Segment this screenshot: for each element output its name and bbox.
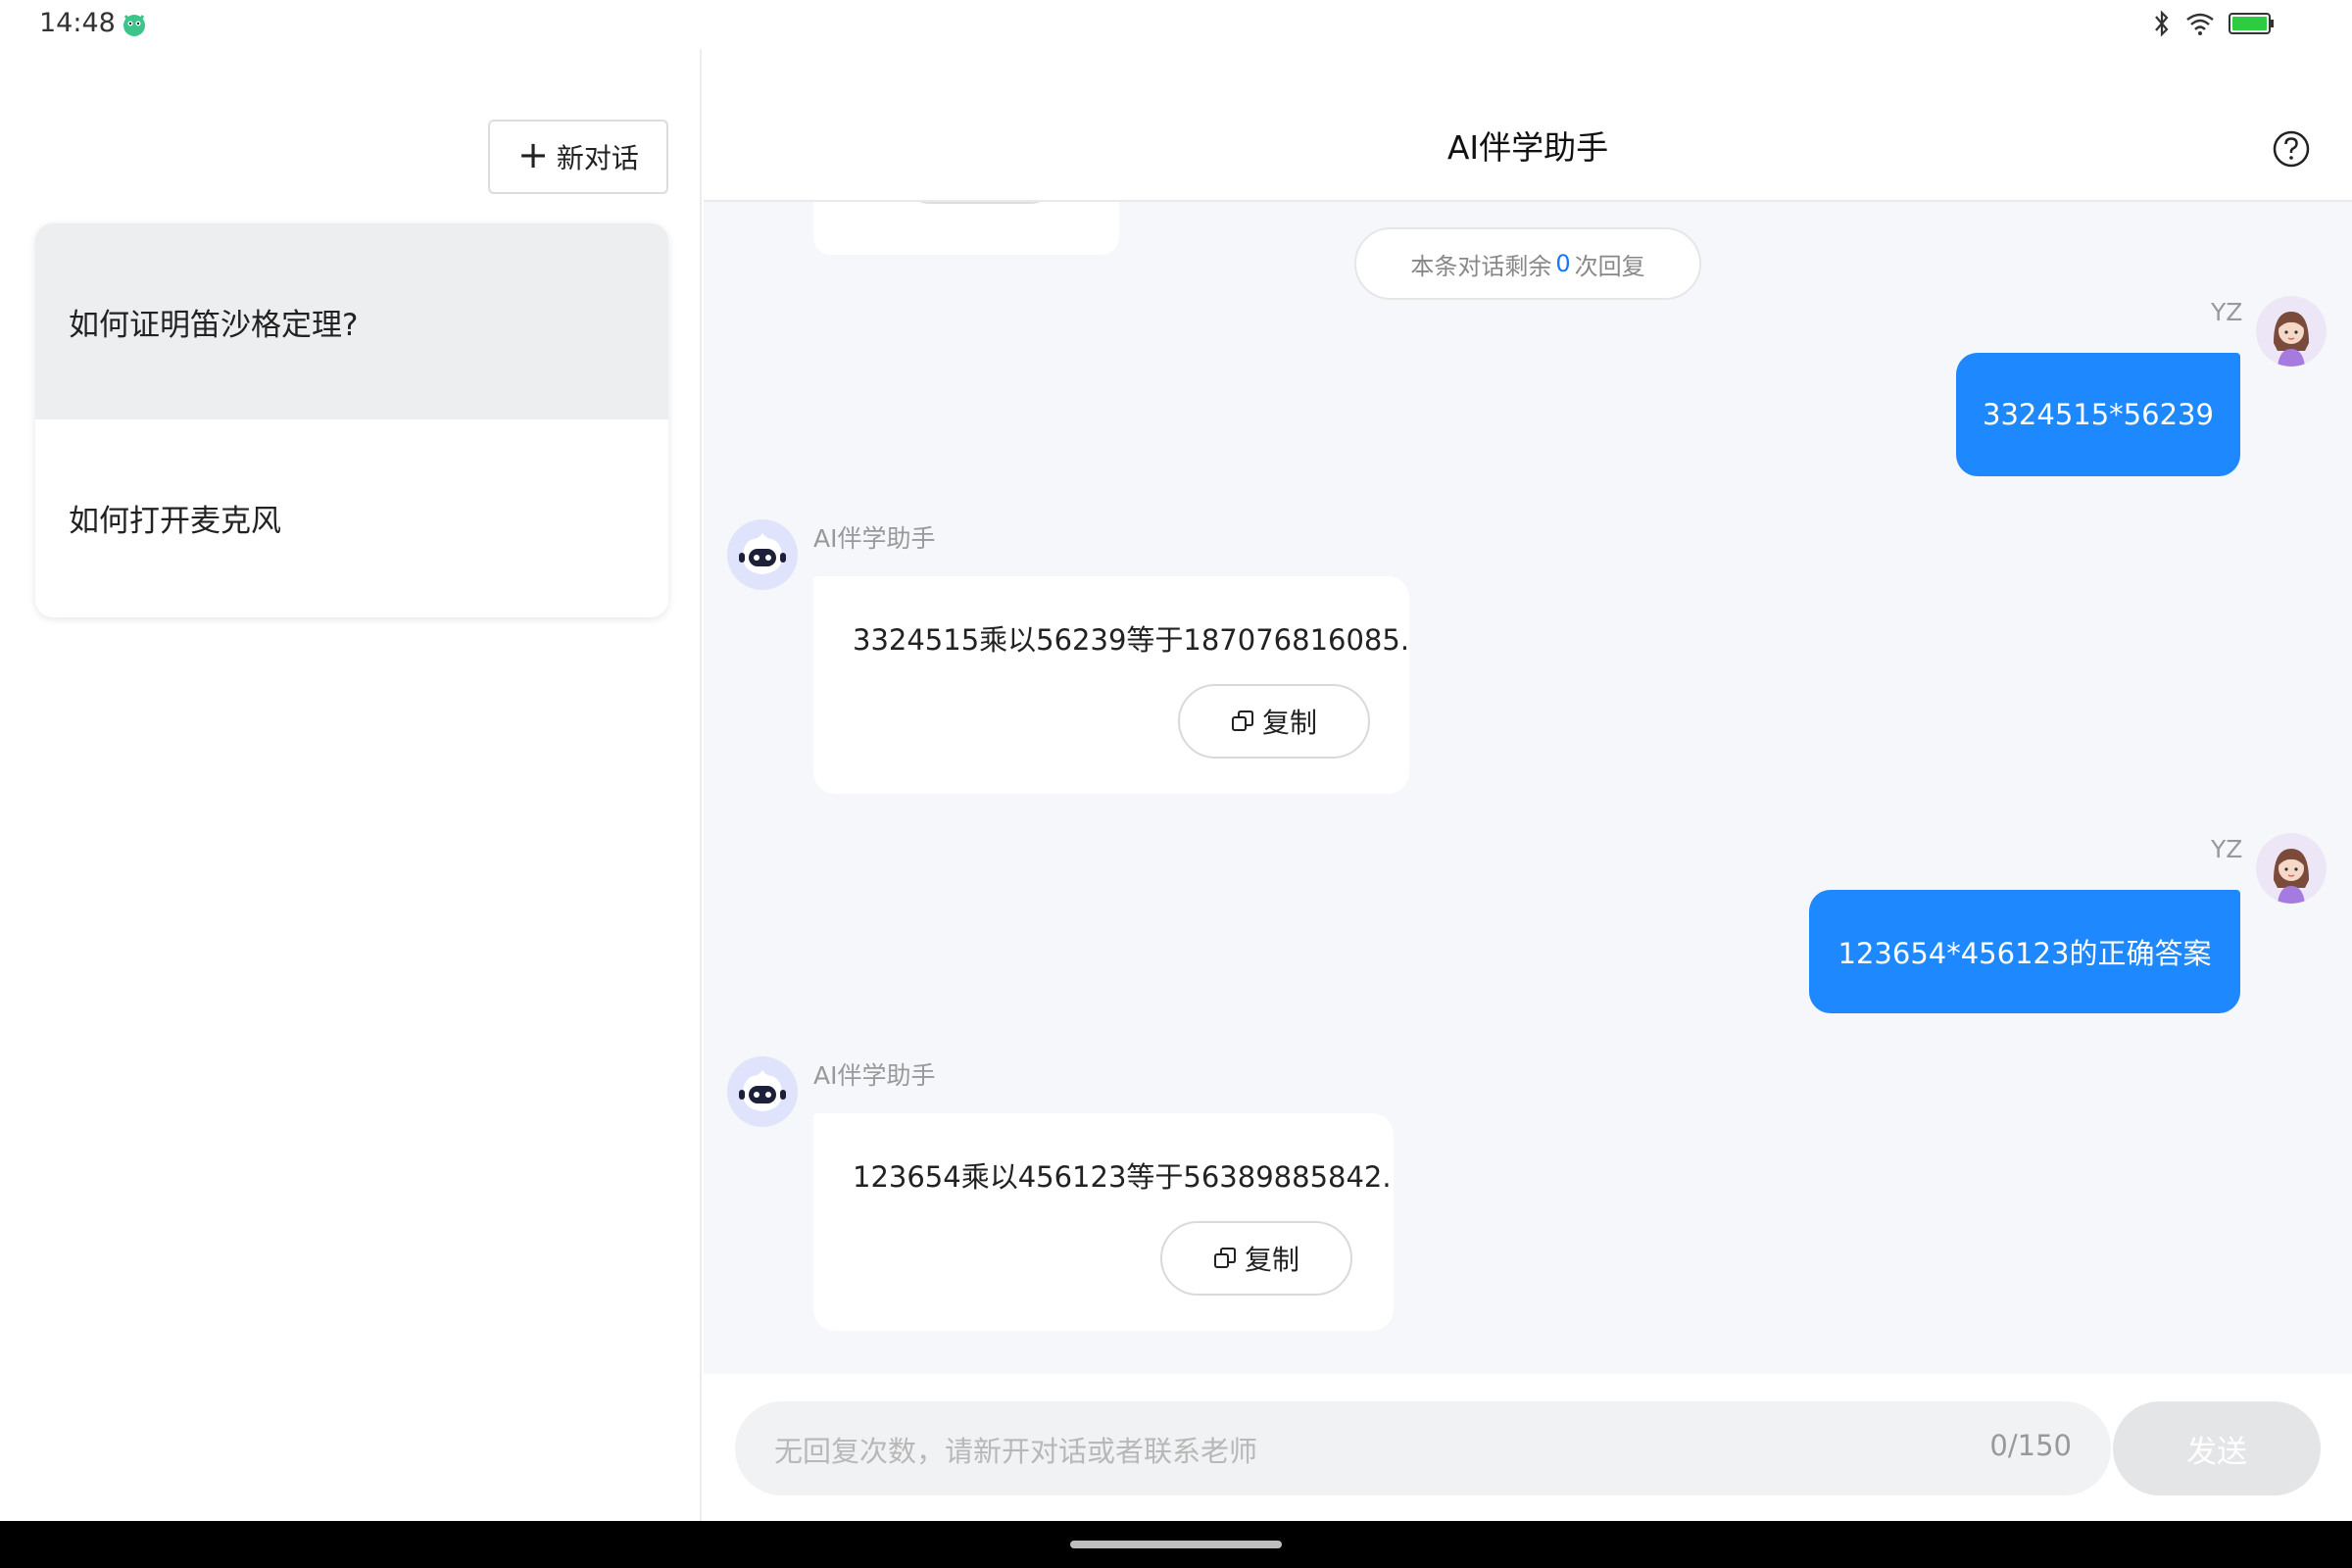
user-avatar: [2256, 833, 2327, 904]
message-text: 123654*456123的正确答案: [1838, 937, 2212, 970]
remaining-replies-badge: 本条对话剩余 0 次回复: [1354, 227, 1701, 300]
bot-message-bubble: 123654乘以456123等于56389885842. 复制: [813, 1113, 1394, 1331]
sender-name: AI伴学助手: [813, 524, 936, 553]
send-button[interactable]: 发送: [2113, 1401, 2321, 1495]
user-message-bubble: 3324515*56239: [1956, 353, 2240, 476]
conversation-sidebar: + 新对话 如何证明笛沙格定理? 如何打开麦克风: [0, 49, 702, 1521]
conversation-item[interactable]: 如何打开麦克风: [35, 419, 668, 615]
conversation-item[interactable]: 如何证明笛沙格定理?: [35, 223, 668, 419]
send-label: 发送: [2186, 1434, 2247, 1470]
conversation-list: 如何证明笛沙格定理? 如何打开麦克风: [35, 223, 668, 617]
message-text: 3324515*56239: [1983, 398, 2214, 431]
chat-header: AI伴学助手: [704, 49, 2352, 202]
previous-bot-bubble: [813, 202, 1119, 255]
app-notification-icon: [123, 15, 145, 36]
status-time: 14:48: [39, 8, 116, 38]
remaining-prefix: 本条对话剩余: [1410, 252, 1552, 280]
sender-name: AI伴学助手: [813, 1061, 936, 1090]
plus-icon: +: [517, 133, 549, 176]
sender-name: YZ: [2211, 835, 2243, 863]
message-list[interactable]: 本条对话剩余 0 次回复 YZ 3324515*56239 AI伴学助手 332…: [704, 202, 2352, 1421]
input-bar: 无回复次数，请新开对话或者联系老师 0/150 发送: [704, 1374, 2352, 1521]
system-nav-bar: [0, 1521, 2352, 1568]
input-placeholder: 无回复次数，请新开对话或者联系老师: [774, 1435, 1258, 1468]
copy-label: 复制: [1244, 1244, 1299, 1276]
copy-button[interactable]: 复制: [1160, 1221, 1352, 1296]
wifi-icon: [2186, 13, 2214, 35]
bot-message-bubble: 3324515乘以56239等于187076816085. 复制: [813, 576, 1409, 794]
message-text: 123654乘以456123等于56389885842.: [853, 1160, 1392, 1194]
remaining-count: 0: [1555, 250, 1571, 277]
conversation-title: 如何打开麦克风: [69, 503, 281, 539]
copy-button[interactable]: 复制: [1178, 684, 1370, 759]
char-counter: 0/150: [1989, 1429, 2072, 1462]
new-chat-label: 新对话: [556, 142, 639, 174]
bot-avatar: [727, 1056, 798, 1127]
home-gesture-handle[interactable]: [1070, 1541, 1282, 1548]
sender-name: YZ: [2211, 298, 2243, 326]
chat-panel: AI伴学助手 本条对话剩余 0 次回复 YZ 3324515*56239 AI伴…: [704, 49, 2352, 1521]
battery-icon: [2229, 13, 2274, 34]
new-chat-button[interactable]: + 新对话: [488, 120, 668, 194]
previous-copy-button[interactable]: [892, 202, 1068, 204]
copy-icon: [1231, 710, 1253, 731]
remaining-suffix: 次回复: [1574, 252, 1645, 280]
page-title: AI伴学助手: [1446, 128, 1609, 167]
copy-icon: [1213, 1248, 1236, 1268]
copy-label: 复制: [1261, 707, 1317, 739]
bot-avatar: [727, 519, 798, 590]
user-message-bubble: 123654*456123的正确答案: [1809, 890, 2240, 1013]
user-avatar: [2256, 296, 2327, 367]
bluetooth-icon: [2155, 10, 2169, 37]
status-bar: 14:48: [0, 0, 2352, 49]
help-icon[interactable]: [2272, 129, 2311, 169]
message-input[interactable]: 无回复次数，请新开对话或者联系老师 0/150: [735, 1401, 2111, 1495]
message-text: 3324515乘以56239等于187076816085.: [853, 623, 1410, 657]
conversation-title: 如何证明笛沙格定理?: [69, 307, 359, 343]
